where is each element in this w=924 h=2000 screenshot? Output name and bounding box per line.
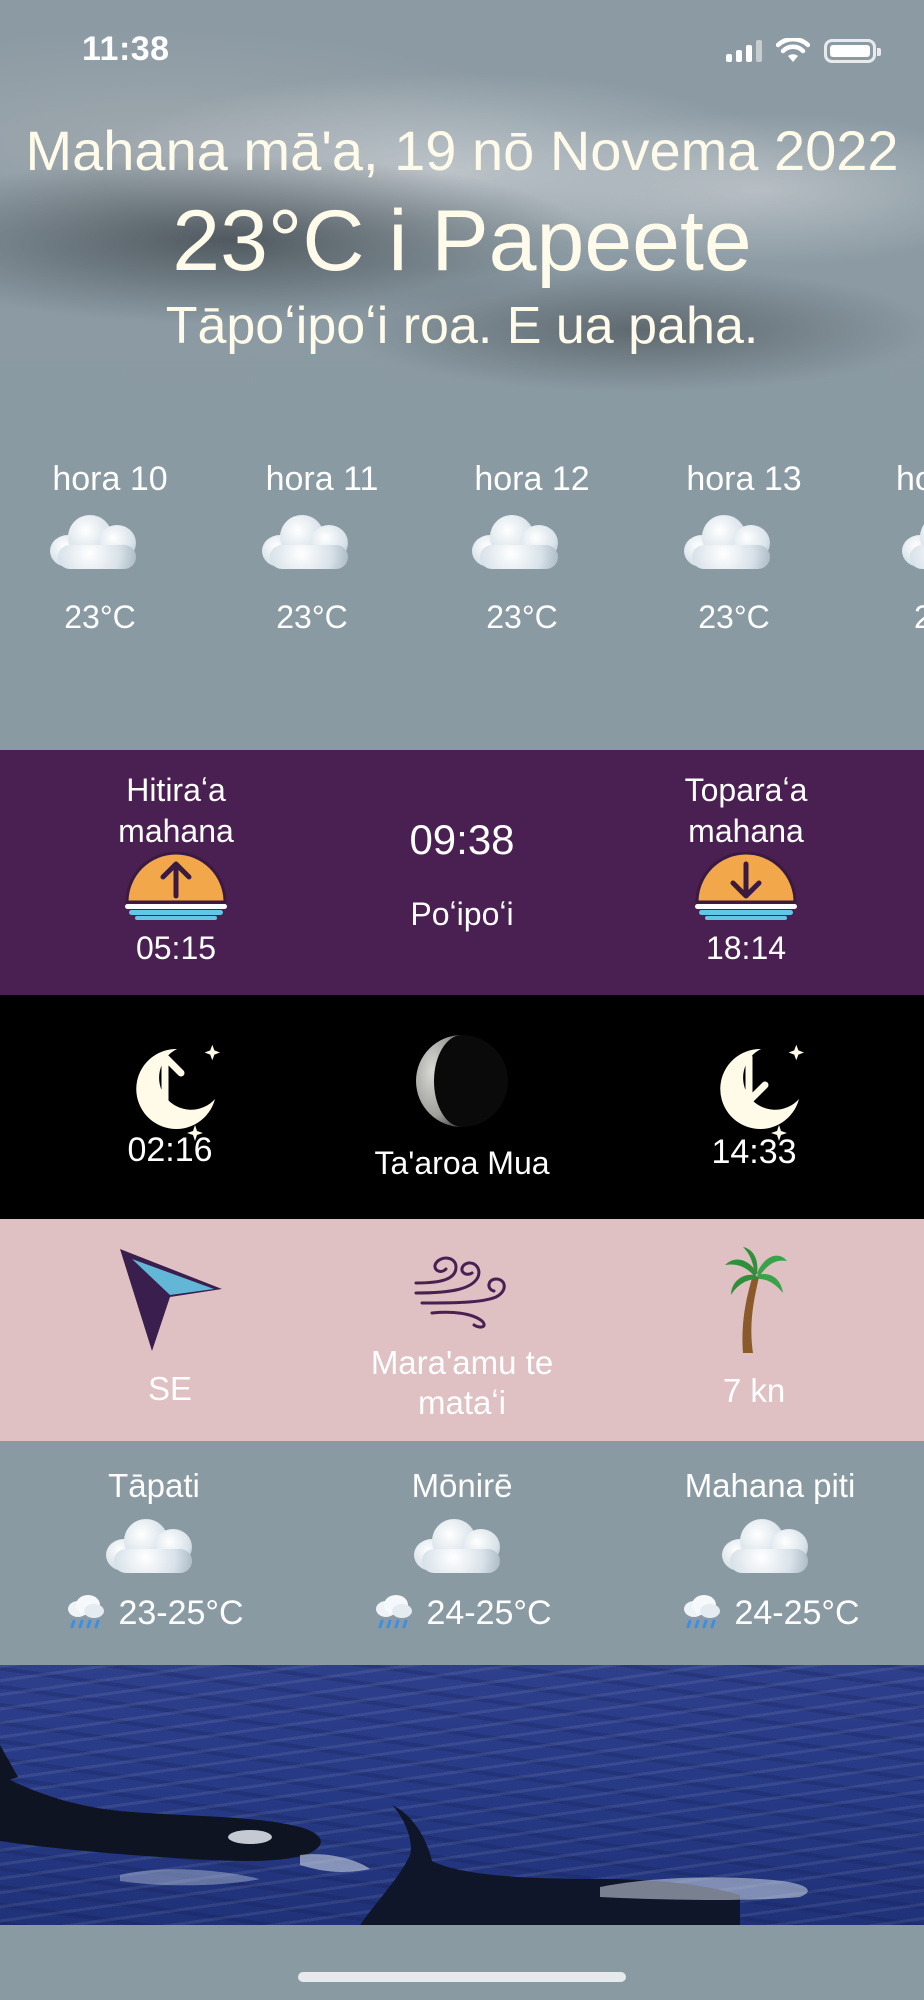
hour-item: hora 13 23°C	[644, 460, 824, 636]
moonrise-time: 02:16	[127, 1131, 213, 1169]
hourly-forecast[interactable]: hora 10 23°C hora 11 23°C hora 12 23°C h…	[0, 460, 924, 660]
hour-label: hora 10	[52, 460, 168, 498]
cloud-icon	[258, 511, 358, 581]
current-temperature-location: 23°C i Papeete	[172, 193, 752, 289]
cloud-icon	[46, 511, 146, 581]
hour-label: ho	[896, 460, 924, 498]
rain-cloud-icon	[68, 1595, 105, 1629]
sunrise-icon	[125, 852, 227, 920]
wind-name-line1: Mara'amu te	[370, 1344, 554, 1381]
cloud-icon	[468, 511, 568, 581]
sunset-icon	[695, 852, 797, 920]
hour-temp: 23°C	[64, 599, 136, 635]
status-icons	[726, 36, 881, 66]
day-item: Mōnirē 24-25°C	[312, 1467, 612, 1633]
sunrise-label-line1: Hitiraʻa	[126, 772, 226, 808]
sunrise-time: 05:15	[135, 930, 217, 966]
wind-panel: SE Mara'amu te mataʻi 7 kn	[0, 1219, 924, 1441]
hour-temp: 2	[914, 599, 924, 635]
sunset-time: 18:14	[705, 930, 787, 966]
hour-temp: 23°C	[698, 599, 770, 635]
day-item: Mahana piti 24-25°C	[620, 1467, 920, 1633]
moonrise-icon	[136, 1044, 220, 1141]
wind-speed-label: 7 kn	[722, 1372, 786, 1409]
moonset-time: 14:33	[711, 1133, 797, 1171]
wind-swirl-icon	[414, 1256, 506, 1329]
moonrise: 02:16	[70, 1035, 270, 1170]
day-item: Tāpati 23-25°C	[4, 1467, 304, 1633]
sun-panel: Hitiraʻa mahana 05:15 09:38 Poʻipoʻi Top…	[0, 750, 924, 995]
cellular-signal-icon	[726, 40, 762, 62]
sunrise-label-line2: mahana	[118, 813, 234, 849]
day-state: Poʻipoʻi	[410, 896, 514, 932]
daily-forecast: Tāpati 23-25°C Mōnirē 24-25°C Mahana pit…	[0, 1441, 924, 1665]
wind-name-line2: mataʻi	[417, 1384, 507, 1421]
cloud-icon	[898, 511, 924, 581]
date-line: Mahana mā'a, 19 nō Novema 2022	[25, 119, 899, 182]
hour-item: hora 11 23°C	[222, 460, 402, 636]
weather-app: 11:38 Mahana mā'a, 19 nō Novema 2022 23°…	[0, 0, 924, 2000]
moon-panel: 02:16 Ta'aroa Mua 14:33	[0, 995, 924, 1219]
moon-phase-name: Ta'aroa Mua	[374, 1145, 550, 1181]
day-length: 09:38	[409, 816, 515, 863]
hour-item: hora 12 23°C	[432, 460, 612, 636]
hour-label: hora 12	[474, 460, 590, 498]
day-temp-range: 24-25°C	[426, 1593, 552, 1632]
day-temp-range: 24-25°C	[734, 1593, 860, 1632]
moon-phase-icon	[416, 1035, 508, 1127]
cloud-icon	[718, 1515, 818, 1581]
palm-tree-icon	[725, 1247, 787, 1353]
sunset-label-line1: Toparaʻa	[684, 772, 808, 808]
home-indicator[interactable]	[298, 1972, 626, 1982]
moonset: 14:33	[654, 1035, 854, 1172]
cloud-icon	[410, 1515, 510, 1581]
sunset-label-line2: mahana	[688, 813, 804, 849]
day-name: Mahana piti	[684, 1467, 856, 1504]
wind-name: Mara'amu te mataʻi	[312, 1249, 612, 1423]
day-name: Tāpati	[108, 1467, 200, 1504]
orca-silhouettes	[0, 1745, 808, 1925]
hour-label: hora 13	[686, 460, 802, 498]
sunset: Toparaʻa mahana 18:14	[596, 770, 896, 967]
day-name: Mōnirē	[411, 1467, 513, 1504]
rain-cloud-icon	[684, 1595, 721, 1629]
wifi-icon	[776, 38, 810, 62]
wind-direction: SE	[70, 1245, 270, 1409]
battery-icon	[824, 39, 881, 63]
hour-item: ho 2	[878, 460, 924, 636]
wind-direction-label: SE	[147, 1370, 193, 1407]
moonset-icon	[720, 1044, 804, 1141]
day-temp-range: 23-25°C	[118, 1593, 244, 1632]
status-bar: 11:38	[0, 0, 924, 100]
weather-description: Tāpoʻipoʻi roa. E ua paha.	[165, 297, 759, 355]
rain-cloud-icon	[376, 1595, 413, 1629]
bottom-safe-area	[0, 1925, 924, 2000]
hour-item: hora 10 23°C	[10, 460, 190, 636]
hour-temp: 23°C	[276, 599, 348, 635]
wind-direction-arrow-icon	[120, 1249, 222, 1351]
wind-speed: 7 kn	[654, 1245, 854, 1411]
hour-label: hora 11	[265, 460, 379, 498]
status-time: 11:38	[82, 30, 170, 68]
sunrise: Hitiraʻa mahana 05:15	[26, 770, 326, 967]
cloud-icon	[102, 1515, 202, 1581]
cloud-icon	[680, 511, 780, 581]
hour-temp: 23°C	[486, 599, 558, 635]
ocean-orcas-photo	[0, 1665, 924, 1925]
